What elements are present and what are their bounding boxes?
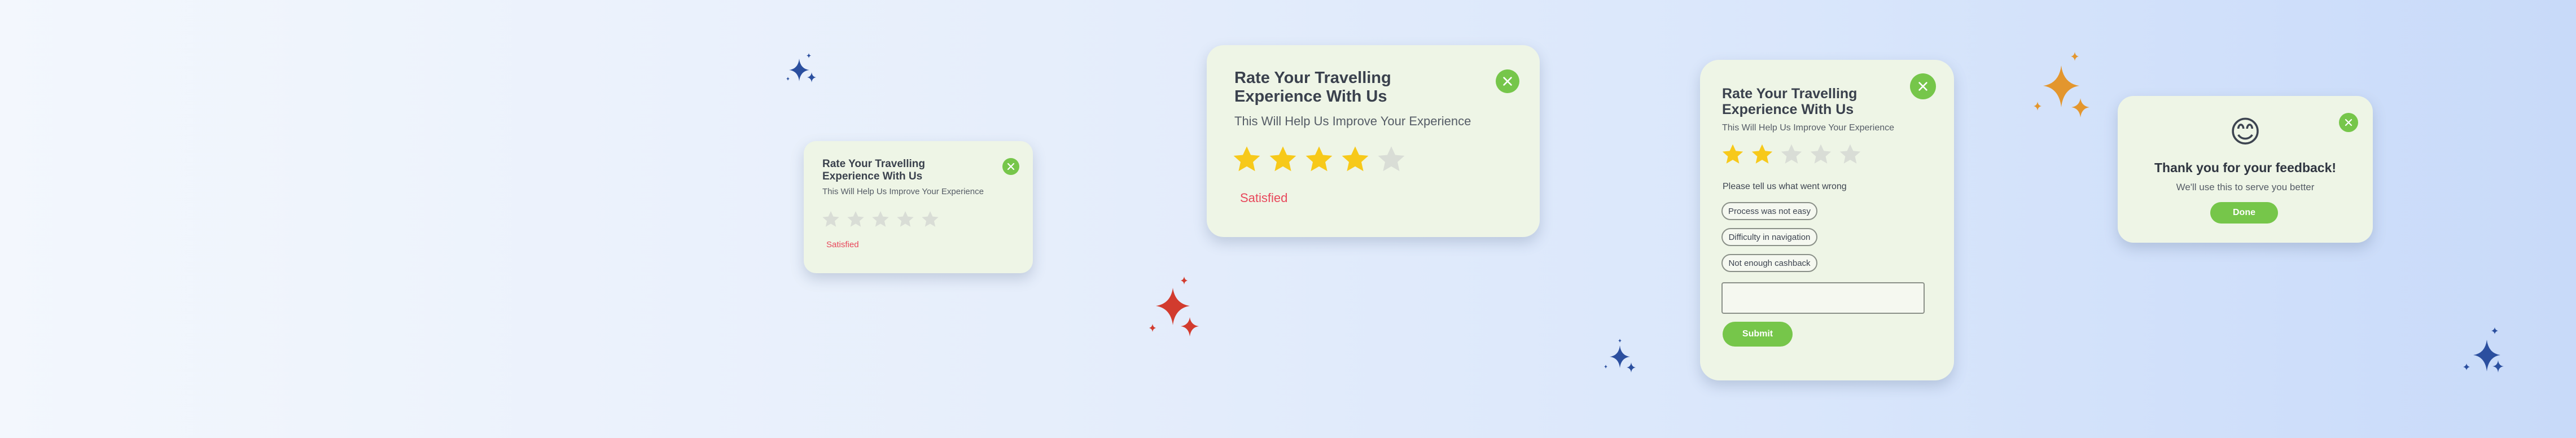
star-rating — [1232, 144, 1407, 175]
close-icon — [1918, 82, 1927, 91]
star-empty-icon[interactable] — [896, 210, 915, 229]
star-empty-icon[interactable] — [1376, 144, 1407, 175]
feedback-form-card: Rate Your Travelling Experience With Us … — [1700, 60, 1954, 380]
card-title-line2: Experience With Us — [822, 170, 923, 182]
star-empty-icon[interactable] — [871, 210, 890, 229]
sparkle-orange — [2034, 52, 2089, 117]
rating-card-large: Rate Your Travelling Experience With Us … — [1207, 45, 1540, 237]
star-empty-icon[interactable] — [1809, 143, 1833, 167]
close-button[interactable] — [1002, 158, 1019, 175]
star-filled-icon[interactable] — [1268, 144, 1298, 175]
card-subtitle: This Will Help Us Improve Your Experienc… — [822, 187, 984, 196]
card-title-line1: Rate Your Travelling — [1722, 86, 1857, 102]
card-title-line1: Rate Your Travelling — [1234, 69, 1391, 87]
card-title-line2: Experience With Us — [1234, 87, 1387, 106]
sparkle-red — [1149, 277, 1199, 336]
submit-button[interactable]: Submit — [1723, 322, 1793, 347]
thank-you-card: 😊 Thank you for your feedback! We'll use… — [2118, 96, 2373, 243]
thank-you-message: We'll use this to serve you better — [2176, 182, 2315, 192]
star-empty-icon[interactable] — [1780, 143, 1803, 167]
star-empty-icon[interactable] — [921, 210, 940, 229]
star-rating — [1721, 143, 1862, 167]
star-filled-icon[interactable] — [1721, 143, 1745, 167]
star-filled-icon[interactable] — [1340, 144, 1370, 175]
close-icon — [1503, 77, 1512, 86]
close-button[interactable] — [1496, 69, 1519, 93]
close-button[interactable] — [1910, 73, 1936, 99]
sparkle-blue-top-left — [786, 53, 816, 82]
star-empty-icon[interactable] — [846, 210, 865, 229]
thank-you-title: Thank you for your feedback! — [2154, 160, 2337, 175]
star-rating — [821, 210, 940, 229]
sparkle-blue-right — [2463, 327, 2504, 373]
rating-status: Satisfied — [1240, 191, 1288, 205]
card-subtitle: This Will Help Us Improve Your Experienc… — [1722, 123, 1895, 133]
star-filled-icon[interactable] — [1232, 144, 1262, 175]
comment-input[interactable] — [1721, 282, 1925, 314]
option-chip-process[interactable]: Process was not easy — [1721, 202, 1817, 220]
card-title-line1: Rate Your Travelling — [822, 158, 925, 170]
close-icon — [1007, 163, 1015, 170]
star-filled-icon[interactable] — [1750, 143, 1774, 167]
card-subtitle: This Will Help Us Improve Your Experienc… — [1234, 114, 1471, 128]
done-button[interactable]: Done — [2210, 202, 2278, 224]
sparkle-blue-middle — [1604, 339, 1636, 373]
star-filled-icon[interactable] — [1304, 144, 1334, 175]
feedback-prompt: Please tell us what went wrong — [1723, 182, 1847, 191]
card-title-line2: Experience With Us — [1722, 102, 1854, 117]
option-chip-cashback[interactable]: Not enough cashback — [1721, 254, 1817, 272]
star-empty-icon[interactable] — [821, 210, 840, 229]
smile-emoji-icon: 😊 — [2229, 115, 2262, 149]
rating-status: Satisfied — [826, 240, 859, 249]
star-empty-icon[interactable] — [1838, 143, 1862, 167]
option-chip-navigation[interactable]: Difficulty in navigation — [1721, 228, 1817, 246]
rating-card-small: Rate Your Travelling Experience With Us … — [804, 141, 1033, 273]
